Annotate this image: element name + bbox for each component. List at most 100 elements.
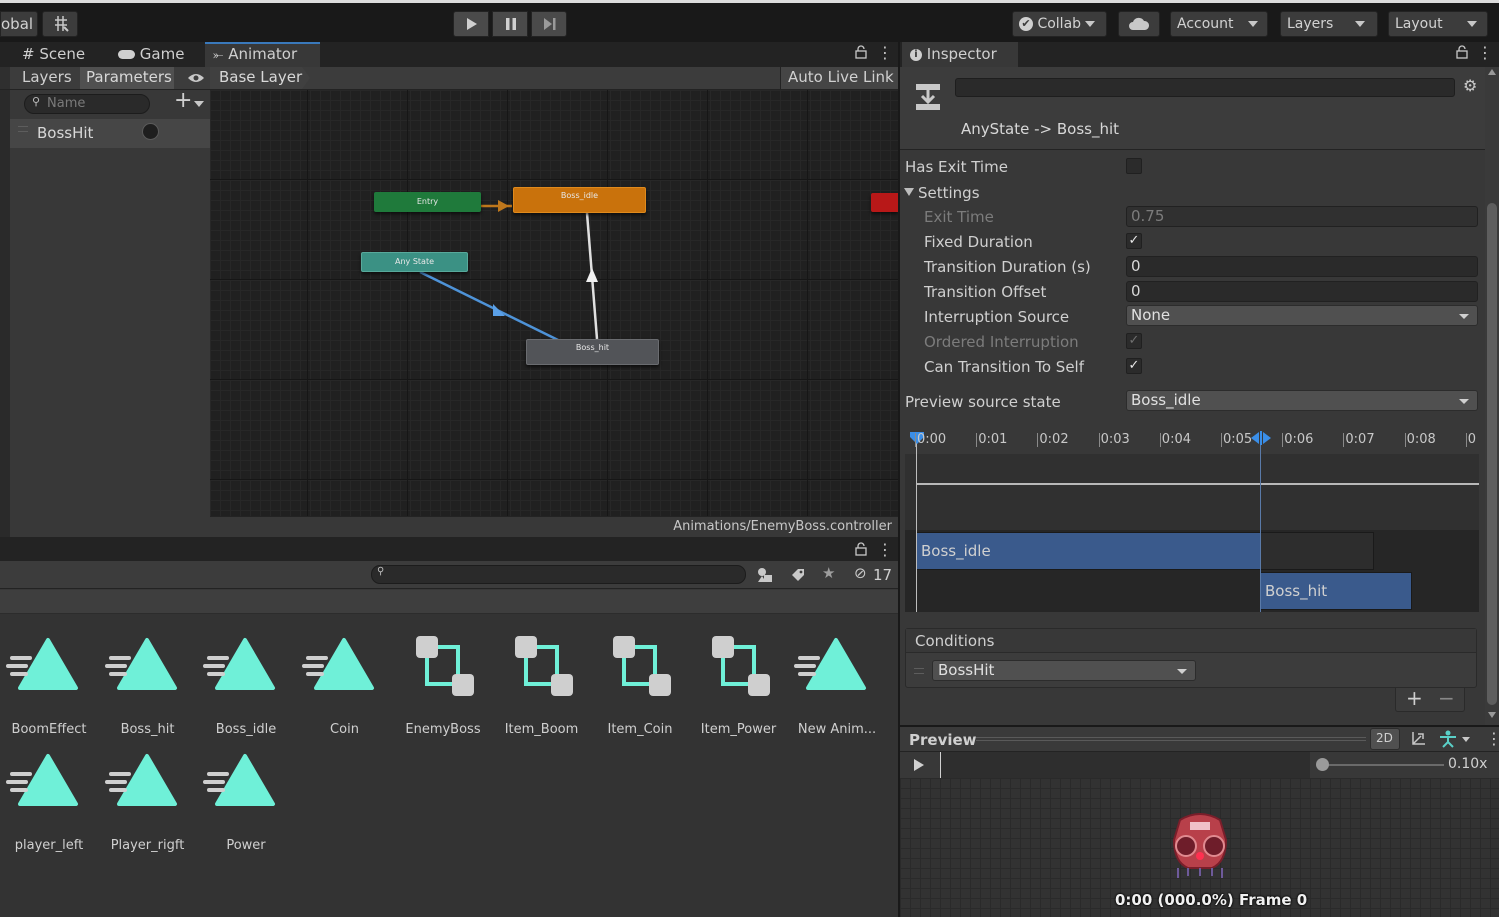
preview-play-icon[interactable] xyxy=(912,758,926,772)
timeline-tick-label: 0:00 xyxy=(917,432,947,447)
preview-scrubber[interactable] xyxy=(940,752,1310,778)
layers-dropdown[interactable]: Layers xyxy=(1280,11,1378,37)
scroll-up-icon[interactable] xyxy=(1488,69,1496,75)
transition-name-field[interactable] xyxy=(955,78,1455,97)
breadcrumb[interactable]: Base Layer xyxy=(210,67,310,89)
filter-label-button[interactable] xyxy=(783,563,811,587)
project-kebab-icon[interactable]: ⋮ xyxy=(877,540,893,559)
parameter-row[interactable]: BossHit xyxy=(10,119,210,148)
conditions-title: Conditions xyxy=(915,632,995,650)
cloud-icon xyxy=(1129,17,1150,30)
add-condition-button[interactable]: + xyxy=(1406,686,1423,710)
pause-button[interactable] xyxy=(492,11,528,37)
tab-scene[interactable]: # Scene xyxy=(14,42,93,67)
condition-row[interactable]: BossHit xyxy=(906,654,1476,688)
transition-duration-field[interactable]: 0 xyxy=(1126,256,1478,277)
animation-clip-icon xyxy=(794,638,866,690)
remove-condition-button[interactable]: − xyxy=(1438,686,1455,710)
favorites-button[interactable]: ★ xyxy=(815,563,843,587)
preview-controls: 0.10x xyxy=(900,752,1499,778)
conditions-box: Conditions BossHit xyxy=(905,628,1477,688)
parameter-search[interactable]: ⚲ Name xyxy=(24,94,150,114)
preview-viewport[interactable]: 0:00 (000.0%) Frame 0 xyxy=(900,778,1499,917)
animator-controller-icon xyxy=(514,636,573,696)
asset-name: Item_Power xyxy=(700,722,777,737)
project-panel: ⋮ ⚲ ★ ⊘ 17 BoomEffect Boss_hit Boss_idle Co… xyxy=(0,537,898,917)
lock-icon[interactable] xyxy=(855,45,867,63)
transition-handle-icon[interactable] xyxy=(1250,431,1272,445)
transition-timeline[interactable]: Boss_idle Boss_hit xyxy=(905,426,1479,612)
settings-gear-icon[interactable]: ⚙ xyxy=(1463,76,1477,95)
eye-icon[interactable] xyxy=(187,72,205,84)
entry-node[interactable]: Entry xyxy=(374,192,481,212)
collab-dropdown[interactable]: ✔ Collab xyxy=(1012,11,1107,37)
avatar-icon[interactable] xyxy=(1438,730,1458,748)
inspector-kebab-icon[interactable]: ⋮ xyxy=(1477,43,1493,62)
filter-type-button[interactable] xyxy=(750,563,778,587)
parameters-tab-button[interactable]: Parameters xyxy=(80,67,174,89)
sidebar-edge xyxy=(0,90,10,537)
collab-check-icon: ✔ xyxy=(1019,17,1033,31)
can-transition-to-self-label: Can Transition To Self xyxy=(924,358,1085,376)
preview-source-dropdown[interactable]: Boss_idle xyxy=(1126,390,1478,411)
condition-parameter-value: BossHit xyxy=(938,661,995,679)
project-search-input[interactable]: ⚲ xyxy=(371,565,746,584)
layers-label: Layers xyxy=(1287,16,1334,32)
exit-time-field: 0.75 xyxy=(1126,206,1478,227)
mode-2d-label: 2D xyxy=(1376,731,1393,745)
has-exit-time-checkbox[interactable] xyxy=(1126,158,1142,174)
layout-dropdown[interactable]: Layout xyxy=(1388,11,1488,37)
kebab-menu-icon[interactable]: ⋮ xyxy=(877,43,893,62)
tab-game[interactable]: Game xyxy=(110,42,192,67)
any-state-node[interactable]: Any State xyxy=(361,252,468,272)
boss-idle-node[interactable]: Boss_idle xyxy=(513,187,646,213)
boss-hit-node[interactable]: Boss_hit xyxy=(526,339,659,365)
settings-foldout[interactable]: Settings xyxy=(903,183,1103,203)
timeline-source-bar[interactable]: Boss_idle xyxy=(916,532,1374,570)
sidebar-toggle[interactable] xyxy=(0,67,10,89)
tab-animator[interactable]: ⤜ Animator xyxy=(205,42,320,67)
ordered-interruption-checkbox: ✓ xyxy=(1126,333,1142,349)
play-button[interactable] xyxy=(453,11,489,37)
inspector-scrollbar[interactable] xyxy=(1485,67,1499,725)
preview-kebab-icon[interactable]: ⋮ xyxy=(1486,729,1499,748)
interruption-source-label: Interruption Source xyxy=(924,308,1070,326)
grid-snap-button[interactable] xyxy=(42,11,78,37)
panel-divider xyxy=(898,42,900,917)
preview-source-value: Boss_idle xyxy=(1131,391,1201,409)
condition-parameter-dropdown[interactable]: BossHit xyxy=(932,660,1196,681)
speed-slider-thumb[interactable] xyxy=(1316,758,1329,771)
timeline-tick-label: 0:06 xyxy=(1284,432,1314,447)
mode-2d-button[interactable]: 2D xyxy=(1370,728,1400,750)
tab-inspector[interactable]: i Inspector xyxy=(902,42,1018,67)
drag-handle-icon[interactable] xyxy=(18,126,28,132)
layers-tab-button[interactable]: Layers xyxy=(14,67,78,89)
auto-live-link-button[interactable]: Auto Live Link xyxy=(780,67,898,89)
cloud-button[interactable] xyxy=(1118,11,1160,37)
chevron-down-icon[interactable] xyxy=(1462,737,1470,742)
scroll-down-icon[interactable] xyxy=(1488,712,1496,718)
can-transition-to-self-checkbox[interactable]: ✓ xyxy=(1126,358,1142,374)
hidden-packages-button[interactable]: ⊘ 17 xyxy=(848,563,898,587)
interruption-source-dropdown[interactable]: None xyxy=(1126,305,1478,326)
scrollbar-thumb[interactable] xyxy=(1487,203,1497,705)
timeline-destination-bar[interactable]: Boss_hit xyxy=(1260,572,1412,610)
animator-graph[interactable]: Entry Boss_idle Any State Boss_hit xyxy=(210,90,898,516)
timeline-tick-mark xyxy=(1221,433,1222,447)
exit-time-label: Exit Time xyxy=(924,208,994,226)
add-parameter-button[interactable]: + xyxy=(172,88,206,114)
project-lock-icon[interactable] xyxy=(855,542,867,560)
trigger-radio[interactable] xyxy=(142,123,159,140)
inspector-lock-icon[interactable] xyxy=(1456,45,1468,63)
exit-node[interactable] xyxy=(871,193,898,212)
fixed-duration-checkbox[interactable]: ✓ xyxy=(1126,233,1142,249)
asset-name: Coin xyxy=(330,722,359,737)
drag-handle-icon[interactable] xyxy=(914,668,924,674)
speed-slider[interactable] xyxy=(1316,758,1444,771)
transition-offset-field[interactable]: 0 xyxy=(1126,281,1478,302)
account-dropdown[interactable]: Account xyxy=(1170,11,1268,37)
global-toggle[interactable]: obal xyxy=(0,11,38,37)
step-button[interactable] xyxy=(531,11,567,37)
pivot-icon[interactable] xyxy=(1409,730,1427,748)
project-toolbar: ⚲ ★ ⊘ 17 xyxy=(0,561,898,589)
